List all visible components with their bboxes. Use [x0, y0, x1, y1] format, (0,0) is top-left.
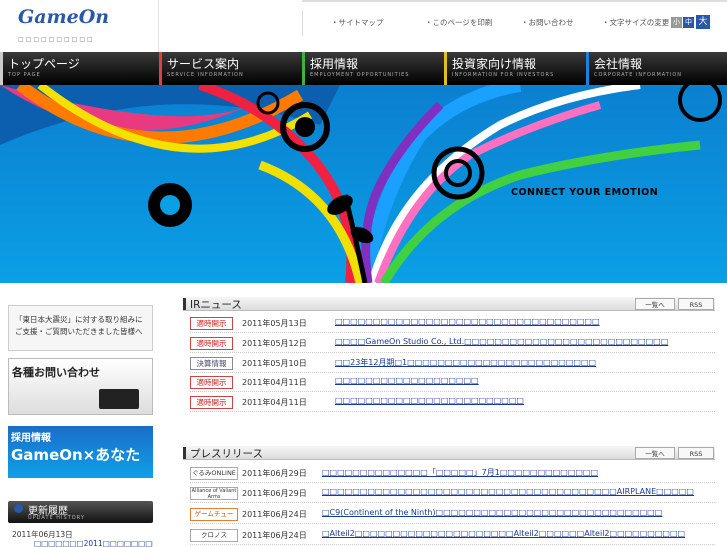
- contact-link[interactable]: ・お問い合わせ: [521, 17, 574, 28]
- ir-rss-button[interactable]: RSS: [678, 298, 714, 310]
- ir-row-tag: 適時開示: [190, 376, 233, 389]
- press-row-game-logo: Alliance of Valiant Arms: [190, 487, 238, 500]
- hero-tagline: CONNECT YOUR EMOTION: [511, 187, 659, 198]
- disaster-notice-banner[interactable]: 「東日本大震災」に対する取り組みにご支援・ご質問いただきました皆様へ: [8, 305, 153, 351]
- press-row-title[interactable]: □C9(Continent of the Ninth)□□□□□□□□□□□□□…: [322, 508, 662, 517]
- hero-banner[interactable]: CONNECT YOUR EMOTION: [0, 85, 727, 283]
- ir-row-date: 2011年05月13日: [242, 319, 307, 328]
- ir-row-title[interactable]: □□□□□□□□□□□□□□□□□□□: [335, 376, 479, 385]
- press-row-title[interactable]: □□□□□□□□□□□□□□□□□□□□□□□□□□□□□□□□□□□□□□□A…: [322, 487, 694, 496]
- ir-row-title[interactable]: □□□□□□□□□□□□□□□□□□□□□□□□□: [335, 396, 524, 405]
- press-row-date: 2011年06月29日: [242, 469, 307, 478]
- nav-label: トップページ: [8, 57, 80, 71]
- nav-label: サービス案内: [167, 57, 240, 71]
- ir-row-date: 2011年04月11日: [242, 398, 307, 407]
- ir-row-tag: 適時開示: [190, 337, 233, 350]
- ir-row: 適時開示 2011年05月13日 □□□□□□□□□□□□□□□□□□□□□□□…: [190, 314, 715, 333]
- nav-corporate[interactable]: 会社情報 CORPORATE INFORMATION: [586, 52, 727, 85]
- nav-sublabel: TOP PAGE: [8, 72, 41, 78]
- font-size-large-button[interactable]: 大: [696, 15, 710, 29]
- history-subtitle: UPDATE HISTORY: [28, 515, 85, 521]
- press-row-date: 2011年06月24日: [242, 510, 307, 519]
- press-row-title[interactable]: □Alteil2□□□□□□□□□□□□□□□□□□□□□Alteil2□□□□…: [322, 529, 685, 538]
- ir-row-date: 2011年04月11日: [242, 378, 307, 387]
- ir-row-title[interactable]: □□□□GameOn Studio Co., Ltd.□□□□□□□□□□□□□…: [335, 337, 668, 346]
- ir-row-date: 2011年05月10日: [242, 359, 307, 368]
- sitemap-link[interactable]: ・サイトマップ: [331, 17, 384, 28]
- divider: [302, 0, 727, 2]
- site-header: GameOn □□□□□□□□□□ ・サイトマップ ・このページを印刷 ・お問い…: [0, 0, 727, 52]
- press-row-title[interactable]: □□□□□□□□□□□□□□「□□□□□」7月1□□□□□□□□□□□□□: [322, 467, 598, 478]
- recruit-banner[interactable]: 採用情報 GameOn×あなた: [8, 426, 153, 478]
- nav-label: 採用情報: [310, 57, 359, 71]
- nav-service[interactable]: サービス案内 SERVICE INFORMATION: [159, 52, 301, 85]
- ir-row-tag: 適時開示: [190, 317, 233, 330]
- nav-label: 会社情報: [594, 57, 643, 71]
- logo-subtitle: □□□□□□□□□□: [18, 36, 95, 43]
- nav-top[interactable]: トップページ TOP PAGE: [0, 52, 158, 85]
- ir-row: 適時開示 2011年05月12日 □□□□GameOn Studio Co., …: [190, 334, 715, 353]
- ir-row: 適時開示 2011年04月11日 □□□□□□□□□□□□□□□□□□□□□□□…: [190, 393, 715, 412]
- recruit-banner-sub: GameOn×あなた: [11, 446, 141, 464]
- ir-news-section: IRニュース 一覧へ RSS 適時開示 2011年05月13日 □□□□□□□□…: [183, 297, 715, 412]
- font-size-label: ・文字サイズの変更: [602, 18, 670, 27]
- contact-banner[interactable]: 各種お問い合わせ: [8, 358, 153, 415]
- site-logo[interactable]: GameOn: [18, 6, 109, 28]
- ir-list-button[interactable]: 一覧へ: [635, 298, 675, 310]
- nav-sublabel: CORPORATE INFORMATION: [594, 72, 683, 78]
- press-row: クロノス 2011年06月24日 □Alteil2□□□□□□□□□□□□□□□…: [190, 526, 715, 545]
- history-date: 2011年06月13日: [8, 529, 153, 539]
- nav-recruit[interactable]: 採用情報 EMPLOYMENT OPPORTUNITIES: [302, 52, 444, 85]
- press-row: ゲームチュー 2011年06月24日 □C9(Continent of the …: [190, 505, 715, 524]
- nav-label: 投資家向け情報: [452, 57, 537, 71]
- print-link[interactable]: ・このページを印刷: [425, 17, 492, 28]
- press-row-game-logo: クロノス: [190, 529, 238, 542]
- press-row-date: 2011年06月24日: [242, 531, 307, 540]
- font-size-small-button[interactable]: 小: [671, 17, 682, 28]
- press-row: Alliance of Valiant Arms 2011年06月29日 □□□…: [190, 484, 715, 503]
- ir-row: 適時開示 2011年04月11日 □□□□□□□□□□□□□□□□□□□: [190, 373, 715, 392]
- press-row-game-logo: ゲームチュー: [190, 508, 238, 521]
- font-size-medium-button[interactable]: 中: [683, 17, 694, 28]
- history-header: 更新履歴 UPDATE HISTORY: [8, 501, 153, 523]
- ir-row-title[interactable]: □□□□□□□□□□□□□□□□□□□□□□□□□□□□□□□□□□□: [335, 317, 600, 326]
- section-marker: [183, 447, 186, 459]
- recruit-banner-title: 採用情報: [11, 433, 51, 444]
- phone-icon: [99, 389, 139, 409]
- ir-row-tag: 適時開示: [190, 396, 233, 409]
- press-list-button[interactable]: 一覧へ: [635, 447, 675, 459]
- nav-sublabel: EMPLOYMENT OPPORTUNITIES: [310, 72, 410, 78]
- ir-news-header: IRニュース 一覧へ RSS: [183, 297, 715, 311]
- press-rss-button[interactable]: RSS: [678, 447, 714, 459]
- history-item-date: 2011年06月13日: [12, 530, 73, 539]
- ir-row-date: 2011年05月12日: [242, 339, 307, 348]
- press-row-game-logo: ぐるみONLINE: [190, 467, 238, 480]
- nav-investors[interactable]: 投資家向け情報 INFORMATION FOR INVESTORS: [444, 52, 586, 85]
- ir-row-tag: 決算情報: [190, 357, 233, 370]
- utility-bar: ・サイトマップ ・このページを印刷 ・お問い合わせ ・文字サイズの変更 小 中 …: [302, 10, 727, 36]
- press-row: ぐるみONLINE 2011年06月29日 □□□□□□□□□□□□□□「□□□…: [190, 464, 715, 483]
- press-title: プレスリリース: [190, 448, 263, 460]
- ir-row: 決算情報 2011年05月10日 □□23年12月期□1□□□□□□□□□□□□…: [190, 354, 715, 373]
- divider: [158, 0, 159, 52]
- ir-row-title[interactable]: □□23年12月期□1□□□□□□□□□□□□□□□□□□□□□□□□□: [335, 357, 596, 368]
- press-release-section: プレスリリース 一覧へ RSS ぐるみONLINE 2011年06月29日 □□…: [183, 446, 715, 545]
- global-nav: トップページ TOP PAGE サービス案内 SERVICE INFORMATI…: [0, 52, 727, 85]
- history-icon: [14, 504, 23, 513]
- nav-sublabel: SERVICE INFORMATION: [167, 72, 244, 78]
- ir-news-title: IRニュース: [190, 299, 242, 311]
- press-header: プレスリリース 一覧へ RSS: [183, 446, 715, 460]
- press-row-date: 2011年06月29日: [242, 489, 307, 498]
- nav-sublabel: INFORMATION FOR INVESTORS: [452, 72, 555, 78]
- hero-artwork: [0, 85, 722, 283]
- contact-banner-label: 各種お問い合わせ: [12, 366, 100, 379]
- history-item-link[interactable]: □□□□□□□2011□□□□□□□□□□□□□: [8, 539, 153, 547]
- section-marker: [183, 298, 186, 310]
